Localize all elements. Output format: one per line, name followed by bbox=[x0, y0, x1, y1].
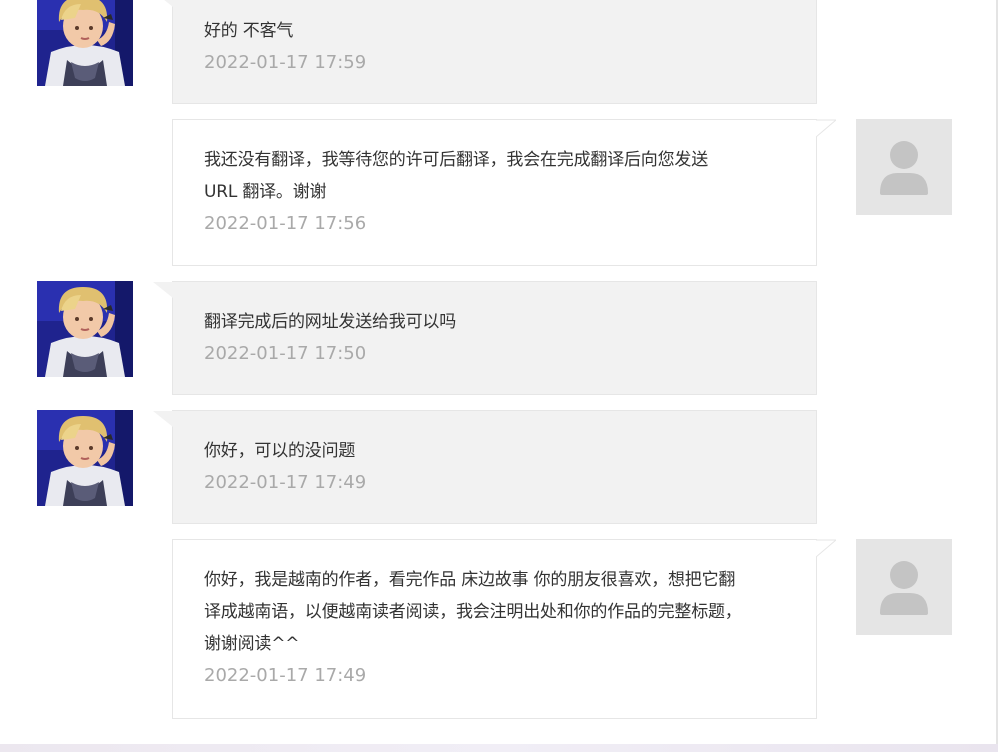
message-text: 好的 不客气 bbox=[204, 21, 294, 41]
bubble-tail bbox=[153, 411, 173, 427]
message-timestamp: 2022-01-17 17:56 bbox=[204, 213, 367, 234]
default-user-avatar-icon[interactable] bbox=[856, 119, 952, 215]
message-timestamp: 2022-01-17 17:50 bbox=[204, 343, 367, 364]
message-bubble-outgoing: 我还没有翻译，我等待您的许可后翻译，我会在完成翻译后向您发送 URL 翻译。谢谢… bbox=[172, 119, 836, 266]
message-timestamp: 2022-01-17 17:59 bbox=[204, 52, 367, 73]
message-timestamp: 2022-01-17 17:49 bbox=[204, 472, 367, 493]
message-bubble-incoming: 翻译完成后的网址发送给我可以吗 2022-01-17 17:50 bbox=[153, 281, 817, 395]
user-photo-avatar-icon[interactable] bbox=[37, 281, 133, 377]
default-user-avatar-icon[interactable] bbox=[856, 539, 952, 635]
user-photo-avatar-icon[interactable] bbox=[37, 0, 133, 86]
bubble-tail bbox=[816, 119, 836, 137]
bubble-tail bbox=[153, 282, 173, 298]
message-bubble-outgoing: 你好，我是越南的作者，看完作品 床边故事 你的朋友很喜欢，想把它翻 译成越南语，… bbox=[172, 539, 836, 719]
message-timestamp: 2022-01-17 17:49 bbox=[204, 665, 367, 686]
bubble-tail bbox=[164, 0, 173, 7]
message-text-line: 你好，我是越南的作者，看完作品 床边故事 你的朋友很喜欢，想把它翻 bbox=[204, 570, 736, 590]
message-text-line: 谢谢阅读^^ bbox=[204, 634, 300, 654]
user-photo-avatar-icon[interactable] bbox=[37, 410, 133, 506]
footer-divider bbox=[0, 744, 998, 752]
message-text-line: 译成越南语，以便越南读者阅读，我会注明出处和你的作品的完整标题， bbox=[204, 602, 742, 622]
message-text-line: URL 翻译。谢谢 bbox=[204, 182, 327, 202]
message-text-line: 我还没有翻译，我等待您的许可后翻译，我会在完成翻译后向您发送 bbox=[204, 150, 708, 170]
message-text: 你好，可以的没问题 bbox=[204, 441, 356, 461]
bubble-tail bbox=[816, 539, 836, 557]
message-bubble-incoming: 好的 不客气 2022-01-17 17:59 bbox=[164, 0, 817, 104]
message-bubble-incoming: 你好，可以的没问题 2022-01-17 17:49 bbox=[153, 410, 817, 524]
message-text: 翻译完成后的网址发送给我可以吗 bbox=[204, 312, 456, 332]
